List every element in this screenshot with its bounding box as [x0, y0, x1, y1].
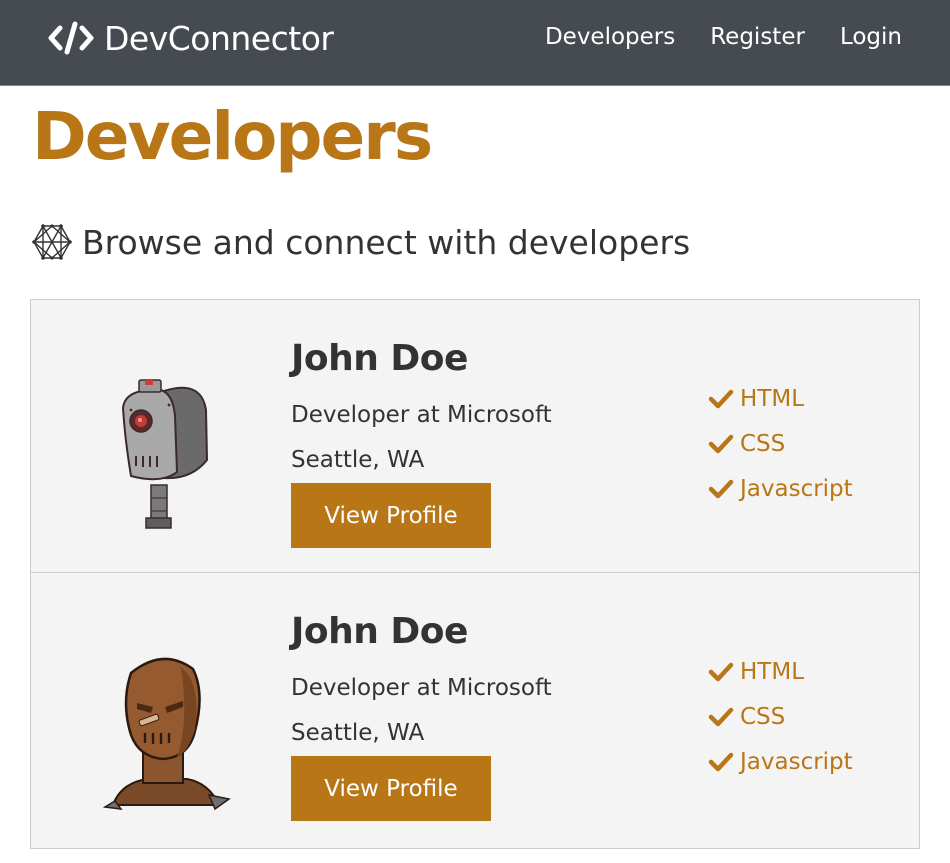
skill-item: Javascript [708, 739, 853, 784]
skill-label: CSS [740, 703, 786, 730]
skill-label: HTML [740, 385, 805, 412]
robot-avatar-brown [102, 657, 231, 811]
brand-name: DevConnector [104, 18, 334, 58]
lead-text-row: Browse and connect with developers [32, 222, 690, 262]
view-profile-button[interactable]: View Profile [291, 483, 491, 548]
profile-status: Developer at Microsoft [291, 402, 552, 428]
robot-avatar-gray [121, 379, 209, 529]
page-title: Developers [32, 98, 433, 175]
skill-label: Javascript [740, 748, 853, 775]
skill-label: CSS [740, 430, 786, 457]
profile-location: Seattle, WA [291, 720, 425, 746]
check-icon [708, 479, 734, 498]
code-icon [48, 21, 94, 55]
check-icon [708, 434, 734, 453]
nav-link-login[interactable]: Login [840, 24, 902, 50]
profiles-list: John Doe Developer at Microsoft Seattle,… [30, 299, 920, 849]
skill-item: HTML [708, 376, 853, 421]
check-icon [708, 752, 734, 771]
skill-label: Javascript [740, 475, 853, 502]
check-icon [708, 389, 734, 408]
check-icon [708, 707, 734, 726]
profile-card: John Doe Developer at Microsoft Seattle,… [30, 573, 920, 849]
skill-item: CSS [708, 421, 853, 466]
skill-label: HTML [740, 658, 805, 685]
view-profile-button[interactable]: View Profile [291, 756, 491, 821]
profile-name: John Doe [291, 611, 468, 652]
profile-location: Seattle, WA [291, 447, 425, 473]
nav-link-register[interactable]: Register [710, 24, 805, 50]
skill-item: CSS [708, 694, 853, 739]
nav-link-developers[interactable]: Developers [545, 24, 675, 50]
brand-link[interactable]: DevConnector [48, 18, 334, 58]
profile-status: Developer at Microsoft [291, 675, 552, 701]
profile-name: John Doe [291, 338, 468, 379]
lead-text: Browse and connect with developers [82, 222, 691, 262]
check-icon [708, 662, 734, 681]
navbar: DevConnector Developers Register Login [0, 0, 950, 86]
skills-list: HTML CSS Javascript [708, 649, 853, 784]
skill-item: Javascript [708, 466, 853, 511]
connectdevelop-icon [32, 224, 72, 260]
skills-list: HTML CSS Javascript [708, 376, 853, 511]
profile-card: John Doe Developer at Microsoft Seattle,… [30, 299, 920, 573]
nav-links: Developers Register Login [510, 24, 902, 50]
skill-item: HTML [708, 649, 853, 694]
